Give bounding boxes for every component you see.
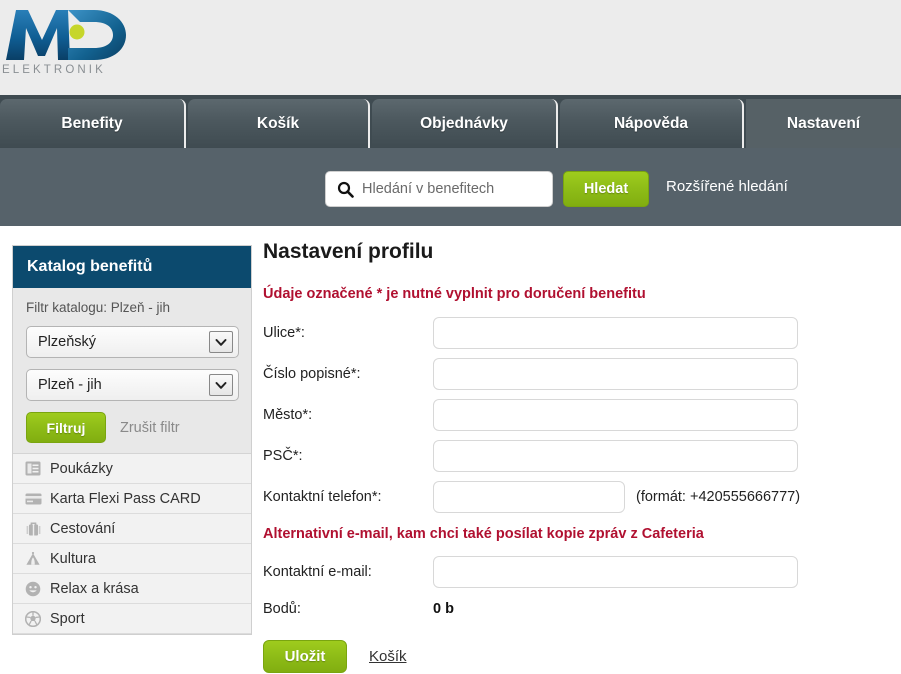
sidebar-item-label: Karta Flexi Pass CARD [50,490,201,507]
form-actions: Uložit Košík [263,640,893,673]
search-bar: Hledat Rozšířené hledání [0,148,901,226]
postal-code-label: PSČ*: [263,447,303,464]
suitcase-icon [22,521,44,537]
sidebar-item-label: Kultura [50,550,96,567]
search-box[interactable] [325,171,553,207]
brand-subtitle: ELEKTRONIK [2,64,106,76]
city-input[interactable] [433,398,798,431]
chevron-down-icon [209,331,233,353]
tab-benefity[interactable]: Benefity [0,99,186,148]
sidebar-item-cestovani[interactable]: Cestování [13,514,251,544]
page-title: Nastavení profilu [263,240,434,263]
category-list: Poukázky Karta Flexi Pass CARD Cestování… [13,453,251,634]
form-row-postal-code: PSČ*: [263,435,893,476]
card-icon [22,493,44,505]
sidebar-item-poukazky[interactable]: Poukázky [13,454,251,484]
sidebar-item-label: Poukázky [50,460,113,477]
form-row-street: Ulice*: [263,312,893,353]
city-label: Město*: [263,406,313,423]
profile-settings-panel: Nastavení profilu Údaje označené * je nu… [263,240,893,673]
search-input[interactable] [360,180,530,198]
chevron-down-icon [209,374,233,396]
catalog-sidebar: Katalog benefitů Filtr katalogu: Plzeň -… [12,245,252,635]
brand-logo[interactable]: ELEKTRONIK [2,4,132,82]
sidebar-item-kultura[interactable]: Kultura [13,544,251,574]
email-label: Kontaktní e-mail: [263,563,372,580]
cart-link[interactable]: Košík [369,648,407,665]
region-select-value: Plzeňský [38,334,97,350]
form-row-email: Kontaktní e-mail: [263,551,893,592]
search-icon [337,181,354,198]
phone-label: Kontaktní telefon*: [263,488,382,505]
filter-status-label: Filtr katalogu: Plzeň - jih [26,300,171,315]
email-input[interactable] [433,555,798,588]
district-select[interactable]: Plzeň - jih [26,369,239,401]
form-row-house-number: Číslo popisné*: [263,353,893,394]
ball-icon [22,610,44,627]
sidebar-item-karta-flexi-pass-card[interactable]: Karta Flexi Pass CARD [13,484,251,514]
phone-input[interactable] [433,480,625,513]
postal-code-input[interactable] [433,439,798,472]
district-select-value: Plzeň - jih [38,377,102,393]
sidebar-item-label: Cestování [50,520,116,537]
points-label: Bodů: [263,601,301,617]
app-root: ELEKTRONIK Benefity Košík Objednávky Náp… [0,0,901,674]
tab-kosik[interactable]: Košík [188,99,370,148]
main-navigation: Benefity Košík Objednávky Nápověda Nasta… [0,95,901,148]
form-row-city: Město*: [263,394,893,435]
form-row-phone: Kontaktní telefon*: (formát: +4205556667… [263,476,893,517]
points-row: Bodů: 0 b [263,592,893,626]
search-button[interactable]: Hledat [563,171,649,207]
sidebar-item-label: Sport [50,610,85,627]
street-input[interactable] [433,316,798,349]
theater-icon [22,551,44,566]
filter-actions: Filtruj Zrušit filtr [26,412,238,443]
page-header: ELEKTRONIK [0,0,901,95]
house-number-label: Číslo popisné*: [263,365,361,382]
street-label: Ulice*: [263,324,305,341]
save-button[interactable]: Uložit [263,640,347,673]
region-select[interactable]: Plzeňský [26,326,239,358]
sidebar-item-label: Relax a krása [50,580,139,597]
sidebar-title: Katalog benefitů [13,246,251,288]
advanced-search-link[interactable]: Rozšířené hledání [666,178,788,195]
md-logo-icon [6,10,126,60]
sidebar-filter-section: Filtr katalogu: Plzeň - jih Plzeňský Plz… [13,288,251,453]
tab-nastaveni[interactable]: Nastavení [746,99,901,148]
required-fields-note: Údaje označené * je nutné vyplnit pro do… [263,286,646,302]
sidebar-item-relax-a-krasa[interactable]: Relax a krása [13,574,251,604]
sidebar-item-sport[interactable]: Sport [13,604,251,634]
tab-napoveda[interactable]: Nápověda [560,99,744,148]
filter-apply-button[interactable]: Filtruj [26,412,106,443]
smiley-icon [22,581,44,597]
filter-clear-link[interactable]: Zrušit filtr [120,420,180,436]
tab-objednavky[interactable]: Objednávky [372,99,558,148]
alt-email-note: Alternativní e-mail, kam chci také posíl… [263,526,704,542]
phone-format-hint: (formát: +420555666777) [636,488,801,505]
house-number-input[interactable] [433,357,798,390]
voucher-icon [22,461,44,476]
points-value: 0 b [433,601,454,617]
